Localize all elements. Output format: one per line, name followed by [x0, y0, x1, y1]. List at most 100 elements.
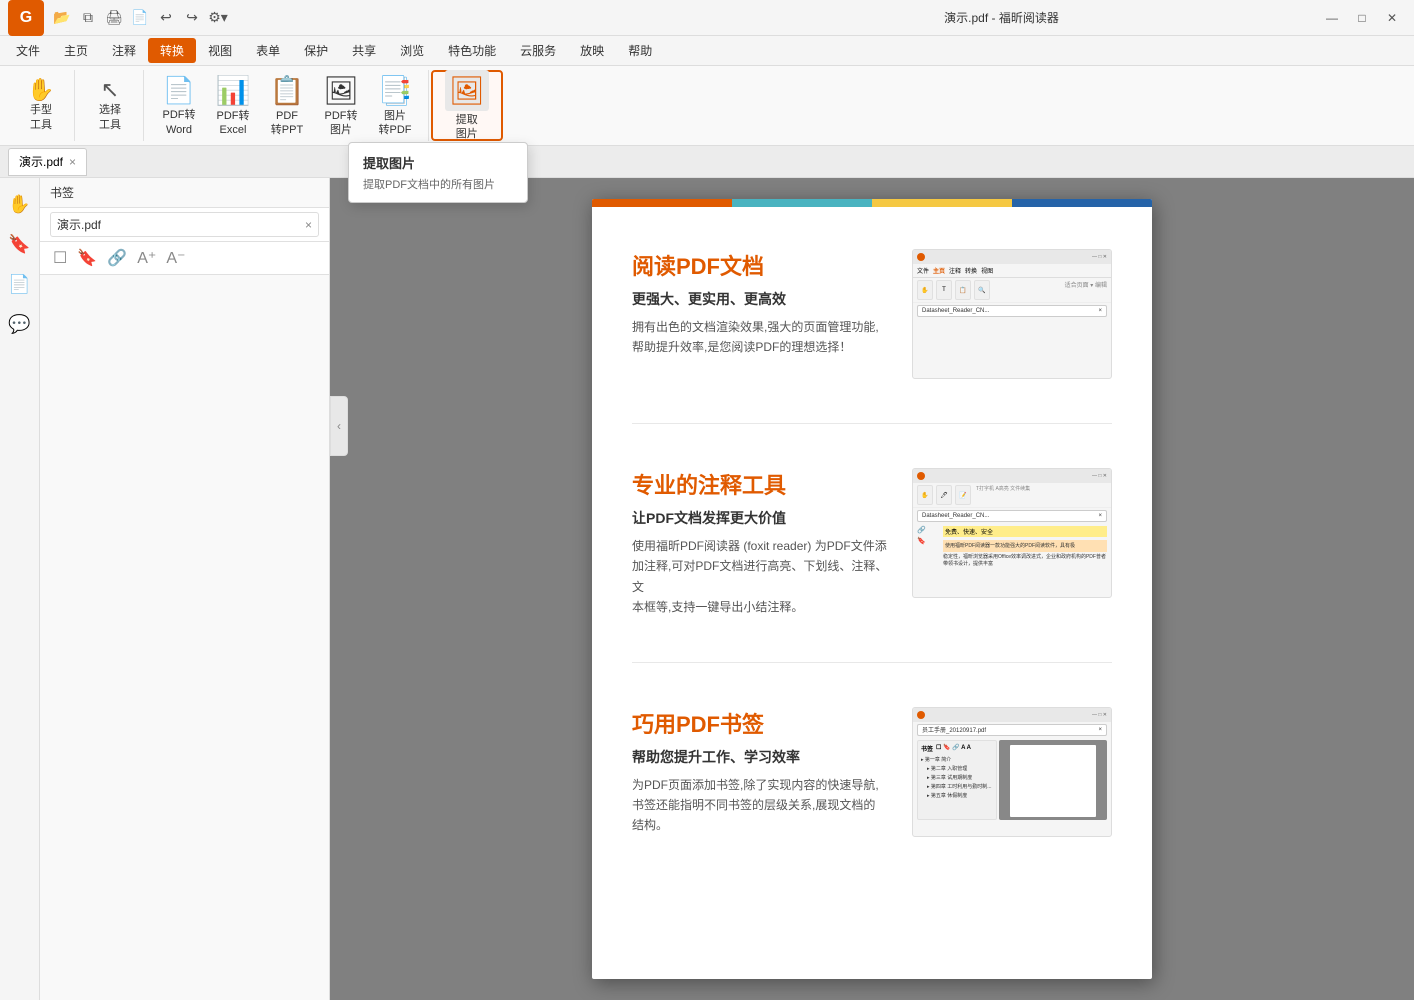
mini-menu-file: 文件 — [917, 266, 929, 275]
image-to-pdf-button[interactable]: 📑 图片转PDF — [370, 70, 420, 142]
section-annotation-text: 专业的注释工具 让PDF文档发挥更大价值 使用福昕PDF阅读器 (foxit r… — [632, 468, 892, 618]
collapse-icon[interactable]: A⁻ — [163, 246, 188, 270]
sidebar-hand-icon[interactable]: ✋ — [4, 188, 36, 220]
pdf-to-image-icon: 🖼 — [323, 74, 359, 107]
add-bookmark-icon[interactable]: 🔖 — [74, 246, 100, 270]
pdf-to-excel-label: PDF转Excel — [217, 109, 250, 138]
menu-forms[interactable]: 表单 — [244, 38, 292, 63]
tab-close-button[interactable]: × — [69, 155, 76, 169]
menu-file[interactable]: 文件 — [4, 38, 52, 63]
menu-share[interactable]: 共享 — [340, 38, 388, 63]
redo-icon[interactable]: ↪ — [182, 8, 202, 28]
mini-logo-dot — [917, 253, 925, 261]
pdf-to-image-button[interactable]: 🖼 PDF转图片 — [316, 70, 366, 142]
pdf-to-ppt-icon: 📋 — [270, 74, 305, 107]
collapse-panel-button[interactable]: ‹ — [330, 396, 348, 456]
checkbox-icon[interactable]: ☐ — [50, 246, 70, 270]
pdf-to-word-button[interactable]: 📄 PDF转Word — [154, 70, 204, 141]
hand-tool-button[interactable]: ✋ 手型工具 — [16, 75, 66, 136]
select-tool-button[interactable]: ↖ 选择工具 — [85, 75, 135, 136]
mini-bkmk-tab-close: × — [1098, 727, 1102, 733]
color-segment-teal — [732, 199, 872, 207]
sidebar-comment-icon[interactable]: 💬 — [4, 308, 36, 340]
mini-bkmk-logo — [917, 711, 925, 719]
tooltip-title: 提取图片 — [363, 153, 513, 172]
menu-view[interactable]: 视图 — [196, 38, 244, 63]
maximize-button[interactable]: □ — [1348, 4, 1376, 32]
menu-features[interactable]: 特色功能 — [436, 38, 508, 63]
divider-1 — [632, 423, 1112, 424]
extract-image-label: 提取图片 — [456, 113, 478, 142]
menu-browse[interactable]: 浏览 — [388, 38, 436, 63]
extract-image-button[interactable]: 🖼 提取图片 — [439, 66, 495, 146]
section-bookmark: 巧用PDF书签 帮助您提升工作、学习效率 为PDF页面添加书签,除了实现内容的快… — [632, 707, 1112, 837]
tooltip-popup: 提取图片 提取PDF文档中的所有图片 — [348, 142, 528, 203]
menu-cloud[interactable]: 云服务 — [508, 38, 568, 63]
main-content[interactable]: 阅读PDF文档 更强大、更实用、更高效 拥有出色的文档渲染效果,强大的页面管理功… — [330, 178, 1414, 1000]
pdf-tab[interactable]: 演示.pdf × — [8, 148, 87, 176]
sidebar: ✋ 🔖 📄 💬 — [0, 178, 40, 1000]
ribbon-group-select: ↖ 选择工具 — [77, 70, 144, 141]
section-annotation-subtitle: 让PDF文档发挥更大价值 — [632, 508, 892, 528]
sidebar-page-icon[interactable]: 📄 — [4, 268, 36, 300]
sidebar-bookmark-icon[interactable]: 🔖 — [4, 228, 36, 260]
menu-help[interactable]: 帮助 — [616, 38, 664, 63]
mini-bkmk-doc — [999, 740, 1107, 820]
hand-tool-label: 手型工具 — [30, 103, 52, 132]
mini-toolbar: ✋ T 📋 🔍 适合页面 ▾ 编辑 — [913, 278, 1111, 303]
mini-bkmk-tree: ▸ 第一章 简介 ▸ 第二章 入职管理 ▸ 第三章 试用期制度 ▸ 第四章 工时… — [921, 756, 993, 801]
search-box-text: 演示.pdf — [57, 216, 101, 233]
close-button[interactable]: ✕ — [1378, 4, 1406, 32]
print-icon[interactable]: 🖨 — [104, 8, 124, 28]
menu-annotate[interactable]: 注释 — [100, 38, 148, 63]
mini-annot-toolbar: ✋ 🖊 📝 T打字机 A高亮 文件续集 — [913, 483, 1111, 508]
copy-icon[interactable]: ⧉ — [78, 8, 98, 28]
menu-home[interactable]: 主页 — [52, 38, 100, 63]
section-bookmark-text: 巧用PDF书签 帮助您提升工作、学习效率 为PDF页面添加书签,除了实现内容的快… — [632, 707, 892, 837]
mini-bkmk-tab: 员工手册_20120917.pdf × — [917, 724, 1107, 736]
pdf-to-excel-icon: 📊 — [216, 74, 251, 107]
pdf-to-ppt-button[interactable]: 📋 PDF转PPT — [262, 70, 312, 142]
mini-bkmk-page — [1010, 745, 1096, 817]
color-segment-blue — [1012, 199, 1152, 207]
menu-slideshow[interactable]: 放映 — [568, 38, 616, 63]
mini-tool-2: T — [936, 280, 952, 300]
pdf-to-excel-button[interactable]: 📊 PDF转Excel — [208, 70, 258, 142]
section-annotation-body: 使用福昕PDF阅读器 (foxit reader) 为PDF文件添加注释,可对P… — [632, 536, 892, 618]
customize-icon[interactable]: ⚙▾ — [208, 8, 228, 28]
select-icon: ↖ — [101, 79, 119, 101]
section-bookmark-subtitle: 帮助您提升工作、学习效率 — [632, 747, 892, 767]
left-panel-header: 书签 — [40, 178, 329, 208]
window-controls: — □ ✕ — [1318, 4, 1406, 32]
mini-bkmk-panel-icons: ☐ 🔖 🔗 A A — [936, 744, 971, 753]
mini-bkmk-controls: — □ ✕ — [1092, 712, 1107, 718]
new-file-icon[interactable]: 📄 — [130, 8, 150, 28]
divider-2 — [632, 662, 1112, 663]
left-panel: 书签 演示.pdf × ☐ 🔖 🔗 A⁺ A⁻ — [40, 178, 330, 1000]
mini-bkmk-item-5: ▸ 第五章 休假制度 — [927, 792, 993, 801]
menu-protect[interactable]: 保护 — [292, 38, 340, 63]
minimize-button[interactable]: — — [1318, 4, 1346, 32]
mini-annot-tab-label: Datasheet_Reader_CN... — [922, 513, 989, 519]
search-box[interactable]: 演示.pdf × — [50, 212, 319, 237]
mini-bkmk-bar: — □ ✕ — [913, 708, 1111, 722]
mini-annot-content-area: 🔗 🔖 免费、快速、安全 使用福昕PDF阅读器一款功能强大的PDF阅读软件，具有… — [917, 526, 1107, 568]
search-clear-button[interactable]: × — [305, 218, 312, 232]
expand-icon[interactable]: A⁺ — [134, 246, 159, 270]
mini-annot-doc: 免费、快速、安全 使用福昕PDF阅读器一款功能强大的PDF阅读软件，具有极 稳定… — [943, 526, 1107, 568]
mini-annot-tool-1: ✋ — [917, 485, 933, 505]
menu-convert[interactable]: 转换 — [148, 38, 196, 63]
tab-label: 演示.pdf — [19, 153, 63, 170]
mini-annot-tab: Datasheet_Reader_CN... × — [917, 510, 1107, 522]
delete-bookmark-icon[interactable]: 🔗 — [104, 246, 130, 270]
ribbon-group-convert: 📄 PDF转Word 📊 PDF转Excel 📋 PDF转PPT 🖼 PDF转图… — [146, 70, 429, 141]
mini-bkmk-tab-label: 员工手册_20120917.pdf — [922, 725, 986, 734]
color-segment-yellow — [872, 199, 1012, 207]
open-folder-icon[interactable]: 📂 — [52, 8, 72, 28]
mini-bkmk-panel-label: 书签 — [921, 744, 933, 753]
mini-bkmk-layout: 书签 ☐ 🔖 🔗 A A ▸ 第一章 简介 ▸ 第二章 入职管理 ▸ 第三章 试… — [917, 740, 1107, 820]
mini-annot-side-icons: 🔗 🔖 — [917, 526, 939, 568]
mini-annotation-preview: — □ ✕ ✋ 🖊 📝 T打字机 A高亮 文件续集 Datasheet_Read… — [912, 468, 1112, 598]
mini-bkmk-panel-header: 书签 ☐ 🔖 🔗 A A — [921, 744, 993, 753]
undo-icon[interactable]: ↩ — [156, 8, 176, 28]
